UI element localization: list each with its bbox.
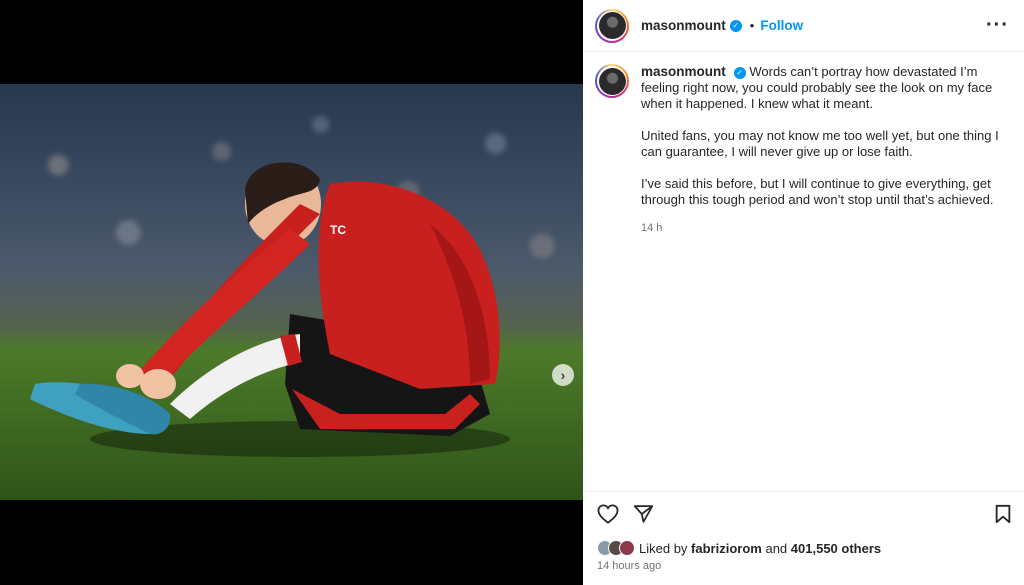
author-avatar[interactable] [595,8,629,43]
caption-timestamp: 14 h [641,222,663,234]
likes-connector: and [765,540,788,556]
post-side-panel: masonmount ✓ • Follow ··· masonmount ✓ Wo… [583,0,1024,585]
save-bookmark-icon[interactable] [994,504,1012,524]
share-send-icon[interactable] [633,504,654,524]
likes-prefix: Liked by [639,540,688,556]
post-media: TC › [0,0,583,585]
likes-summary: Liked by fabriziorom and 401,550 others [597,540,881,556]
player-illustration: TC [30,162,510,457]
more-options-icon[interactable]: ··· [986,14,1009,37]
caption-paragraph-2: United fans, you may not know me too wel… [641,128,999,159]
post-header: masonmount ✓ • Follow ··· [583,0,1024,52]
svg-text:TC: TC [330,223,346,237]
author-avatar-image [598,12,626,39]
caption-paragraph-3: I’ve said this before, but I will contin… [641,176,994,207]
author-username[interactable]: masonmount [641,18,726,33]
carousel-next-button[interactable]: › [552,364,574,386]
follow-button[interactable]: Follow [760,18,803,33]
liker-avatar [619,540,635,556]
caption-verified-badge-icon: ✓ [733,67,746,79]
caption-author-avatar[interactable] [595,64,629,98]
likes-count-link[interactable]: 401,550 others [791,541,881,556]
header-separator: • [749,18,755,33]
post-timestamp[interactable]: 14 hours ago [597,560,661,572]
post-caption: masonmount ✓ Words can’t portray how deva… [595,64,1006,236]
caption-username[interactable]: masonmount [641,64,726,79]
caption-avatar-image [598,67,626,95]
caption-text: masonmount ✓ Words can’t portray how deva… [641,64,1006,236]
instagram-post: TC › masonmount ✓ • Follow ··· masonmoun… [0,0,1024,585]
verified-badge-icon: ✓ [729,19,742,32]
post-actions-bar [583,491,1024,539]
post-photo[interactable]: TC › [0,84,583,500]
like-heart-icon[interactable] [597,504,619,524]
liked-by-user-link[interactable]: fabriziorom [691,541,762,556]
